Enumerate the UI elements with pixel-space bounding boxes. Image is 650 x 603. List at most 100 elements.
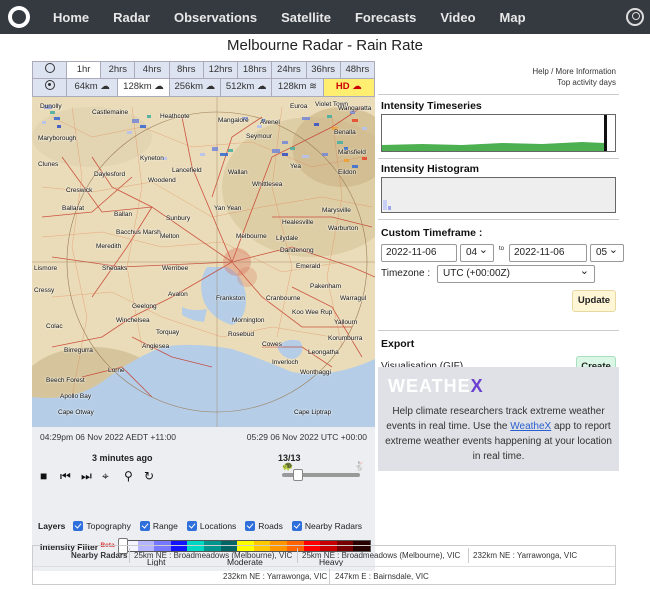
- start-date-input[interactable]: 2022-11-06: [381, 244, 457, 262]
- slow-speed-icon: 🐢: [282, 461, 294, 471]
- help-link[interactable]: Help / More Information: [378, 66, 616, 77]
- timezone-select[interactable]: UTC (+00:00Z): [437, 263, 595, 283]
- layers-label: Layers: [38, 521, 66, 531]
- town-label: Benalla: [334, 129, 356, 136]
- town-label: Winchelsea: [116, 317, 150, 324]
- playback-controls: 3 minutes ago 13/13 ■ ⏮ ⏭ ⌖ ⚲ ↻ 🐢 🐇: [32, 447, 375, 515]
- town-label: Yallourn: [334, 319, 358, 326]
- tab-4hrs[interactable]: 4hrs: [135, 62, 170, 78]
- range-checkbox[interactable]: Range: [139, 521, 178, 531]
- town-label: Yan Yean: [214, 205, 242, 212]
- locate-icon[interactable]: ⌖: [102, 469, 109, 483]
- tab-256km[interactable]: 256km ☁: [170, 79, 221, 96]
- town-label: Dunolly: [40, 103, 62, 110]
- tab-128km-wind[interactable]: 128km ≋: [272, 79, 324, 96]
- tab-12hrs[interactable]: 12hrs: [204, 62, 239, 78]
- tab-hd[interactable]: HD ☁: [323, 79, 374, 96]
- topography-checkbox[interactable]: Topography: [73, 521, 131, 531]
- town-label: Warragul: [340, 295, 367, 302]
- town-label: Melbourne: [236, 233, 267, 240]
- site-logo[interactable]: [8, 6, 30, 28]
- speed-slider-handle[interactable]: [293, 469, 303, 481]
- tab-1hr[interactable]: 1hr: [67, 62, 102, 78]
- town-label: Beech Forest: [46, 377, 85, 384]
- nearby-radar-link[interactable]: 232km NE : Yarrawonga, VIC: [223, 572, 327, 581]
- nav-forecasts[interactable]: Forecasts: [355, 10, 416, 25]
- top-navbar: Home Radar Observations Satellite Foreca…: [0, 0, 650, 34]
- nav-radar[interactable]: Radar: [113, 10, 150, 25]
- tab-24hrs[interactable]: 24hrs: [272, 62, 307, 78]
- stop-icon[interactable]: ■: [40, 469, 47, 483]
- town-label: Cranbourne: [266, 295, 301, 302]
- nearby-radar-link[interactable]: 247km E : Bairnsdale, VIC: [335, 572, 429, 581]
- local-time: 04:29pm 06 Nov 2022 AEDT +11:00: [40, 432, 177, 442]
- nearby-radar-link[interactable]: 232km NE : Yarrawonga, VIC: [473, 551, 577, 560]
- town-label: Whittlesea: [252, 181, 283, 188]
- town-label: Lorne: [108, 367, 125, 374]
- end-date-input[interactable]: 2022-11-06: [509, 244, 587, 262]
- town-label: Werribee: [162, 265, 189, 272]
- town-label: Melton: [160, 233, 180, 240]
- town-label: Frankston: [216, 295, 245, 302]
- town-label: Sheoaks: [102, 265, 128, 272]
- radar-map[interactable]: Dunolly Castlemaine Heathcote Mangalore …: [32, 97, 375, 427]
- nav-home[interactable]: Home: [53, 10, 89, 25]
- town-label: Rosebud: [228, 331, 255, 338]
- town-label: Inverloch: [272, 359, 299, 366]
- town-label: Castlemaine: [92, 109, 129, 116]
- tab-8hrs[interactable]: 8hrs: [170, 62, 204, 78]
- tab-128km[interactable]: 128km ☁: [118, 79, 170, 96]
- nav-video[interactable]: Video: [440, 10, 475, 25]
- end-hour-select[interactable]: 05: [590, 242, 624, 262]
- town-label: Torquay: [156, 329, 180, 336]
- town-label: Mangalore: [218, 117, 249, 124]
- to-label: to: [499, 246, 505, 252]
- top-activity-days-link[interactable]: Top activity days: [378, 77, 616, 88]
- tab-18hrs[interactable]: 18hrs: [238, 62, 273, 78]
- town-label: Lilydale: [276, 235, 299, 242]
- town-label: Cape Liptrap: [294, 409, 332, 416]
- nearby-radar-link[interactable]: 25km NE : Broadmeadows (Melbourne), VIC: [134, 551, 292, 560]
- town-label: Euroa: [290, 103, 308, 110]
- town-label: Ballarat: [62, 205, 85, 212]
- location-pin-icon[interactable]: ⚲: [124, 469, 133, 483]
- refresh-icon[interactable]: ↻: [144, 469, 154, 483]
- speed-slider[interactable]: [282, 469, 360, 481]
- nav-map[interactable]: Map: [500, 10, 526, 25]
- step-back-icon[interactable]: ⏮: [60, 469, 71, 483]
- nav-satellite[interactable]: Satellite: [281, 10, 331, 25]
- town-label: Korumburra: [328, 335, 363, 342]
- tab-2hrs[interactable]: 2hrs: [101, 62, 136, 78]
- info-panel: Help / More Information Top activity day…: [378, 61, 624, 471]
- nearby-radars-checkbox[interactable]: Nearby Radars: [291, 521, 362, 531]
- nearby-radar-link[interactable]: 25km NE : Broadmeadows (Melbourne), VIC: [302, 551, 460, 560]
- weathex-link[interactable]: WeatheX: [510, 421, 551, 432]
- town-label: Koo Wee Rup: [292, 309, 333, 316]
- locations-checkbox[interactable]: Locations: [186, 521, 236, 531]
- town-label: Meredith: [96, 243, 122, 250]
- tab-64km[interactable]: 64km ☁: [67, 79, 119, 96]
- start-hour-select[interactable]: 04: [460, 242, 494, 262]
- weathex-logo: WEATHEX: [388, 376, 484, 396]
- utc-time: 05:29 06 Nov 2022 UTC +00:00: [246, 432, 367, 442]
- town-label: Seymour: [246, 133, 273, 140]
- town-label: Ballan: [114, 211, 133, 218]
- town-label: Avalon: [168, 291, 188, 298]
- town-label: Eildon: [338, 169, 357, 176]
- step-forward-icon[interactable]: ⏭: [81, 469, 92, 483]
- tab-36hrs[interactable]: 36hrs: [307, 62, 341, 78]
- nav-observations[interactable]: Observations: [174, 10, 257, 25]
- update-button[interactable]: Update: [572, 290, 616, 312]
- intensity-histogram: [381, 177, 616, 213]
- user-account-icon[interactable]: [626, 8, 644, 26]
- roads-checkbox[interactable]: Roads: [245, 521, 283, 531]
- town-label: Warburton: [328, 225, 359, 232]
- export-title: Export: [381, 338, 415, 350]
- nearby-radars-label: Nearby Radars: [71, 551, 128, 560]
- tab-48hrs[interactable]: 48hrs: [341, 62, 374, 78]
- town-label: Healesville: [282, 219, 314, 226]
- town-label: Daylesford: [94, 171, 126, 178]
- timezone-label: Timezone :: [381, 268, 431, 279]
- custom-timeframe-title: Custom Timeframe :: [381, 227, 483, 239]
- tab-512km[interactable]: 512km ☁: [221, 79, 273, 96]
